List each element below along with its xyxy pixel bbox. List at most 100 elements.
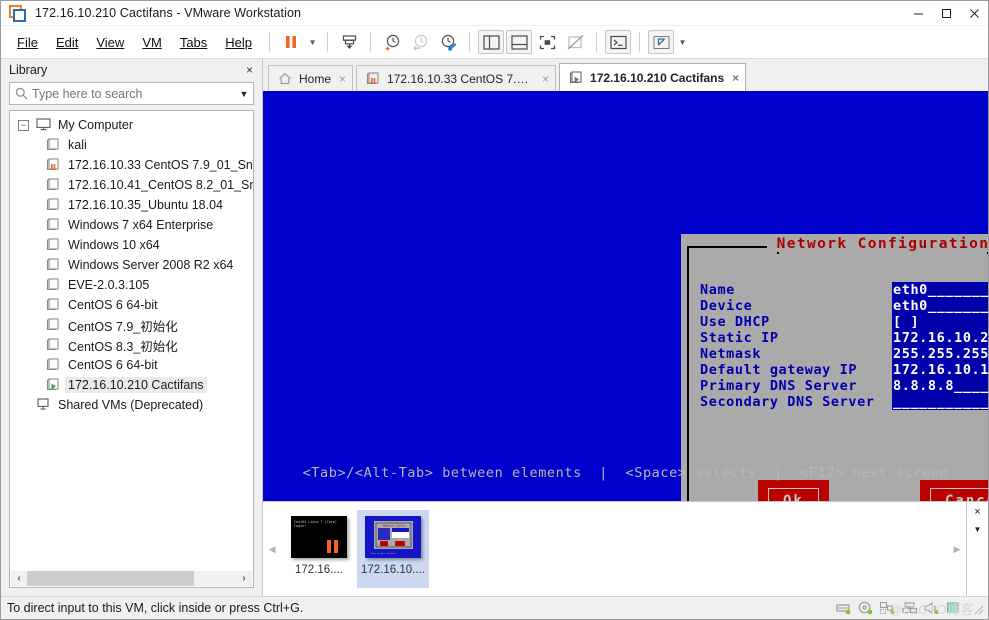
tab-close-icon[interactable]: × — [542, 72, 549, 86]
field-input-primary-dns[interactable]: 8.8.8.8_____________ — [892, 378, 988, 394]
show-thumbnails-button[interactable] — [506, 30, 533, 54]
thumbnail-item-2[interactable]: Network Config <Tab> between elements 17… — [357, 510, 429, 588]
menu-view[interactable]: View — [88, 32, 132, 53]
resize-grip-icon[interactable] — [971, 602, 984, 615]
vm-icon — [46, 298, 62, 312]
thumbnails-close-icon[interactable]: × — [974, 506, 980, 518]
suspend-dropdown-caret-icon[interactable]: ▼ — [305, 30, 320, 54]
menu-edit[interactable]: Edit — [48, 32, 86, 53]
printer-icon[interactable] — [945, 601, 962, 615]
show-library-button[interactable] — [478, 30, 505, 54]
tree-node-win-server-2008r2[interactable]: Windows Server 2008 R2 x64 — [10, 255, 253, 275]
field-input-gateway[interactable]: 172.16.10.1_________ — [892, 362, 988, 378]
sound-card-icon[interactable] — [923, 601, 940, 615]
minimize-button[interactable] — [904, 1, 932, 26]
tree-node-shared-vms[interactable]: Shared VMs (Deprecated) — [10, 395, 253, 415]
vm-icon — [46, 138, 62, 152]
thumbnails-scroll-right-icon[interactable]: ▶ — [948, 502, 966, 596]
tree-node-centos79-init[interactable]: CentOS 7.9_初始化 — [10, 315, 253, 335]
tab-close-icon[interactable]: × — [732, 71, 739, 85]
library-close-icon[interactable]: × — [243, 63, 256, 77]
tab-cactifans[interactable]: 172.16.10.210 Cactifans × — [559, 63, 747, 91]
close-window-button[interactable] — [960, 1, 988, 26]
unity-mode-button[interactable] — [562, 30, 588, 54]
field-input-static-ip[interactable]: 172.16.10.210_______ — [892, 330, 988, 346]
field-input-device[interactable]: eth0________________ — [892, 298, 988, 314]
suspend-button[interactable] — [278, 30, 304, 54]
tab-home[interactable]: Home × — [268, 65, 354, 91]
tree-node-ubuntu1804[interactable]: 172.16.10.35_Ubuntu 18.04 — [10, 195, 253, 215]
form-row-static-ip: Static IP 172.16.10.210_______ — [700, 330, 988, 346]
vm-console-screen[interactable]: Network Configuration Name eth0_________… — [263, 91, 988, 501]
library-horizontal-scrollbar[interactable]: ‹ › — [9, 570, 254, 588]
tree-node-eve[interactable]: EVE-2.0.3.105 — [10, 275, 253, 295]
tree-node-cactifans[interactable]: 172.16.10.210 Cactifans — [10, 375, 253, 395]
hard-disk-icon[interactable] — [835, 601, 852, 615]
tree-label: Windows 7 x64 Enterprise — [68, 218, 214, 232]
thumbnail-list: CentOS Linux 7 (Core) login: 172.16.... — [281, 502, 948, 596]
tree-node-centos6-b[interactable]: CentOS 6 64-bit — [10, 355, 253, 375]
expander-icon[interactable]: − — [18, 119, 29, 131]
toolbar-separator-6 — [639, 32, 641, 52]
tree-node-centos82-snap[interactable]: 172.16.10.41_CentOS 8.2_01_Sna — [10, 175, 253, 195]
search-dropdown-caret-icon[interactable]: ▼ — [235, 89, 253, 99]
dhcp-checkbox[interactable]: [ ] — [893, 314, 920, 330]
vm-icon — [46, 258, 62, 272]
vm-library-tree[interactable]: − My Computer kali 172.16.10.33 CentOS 7… — [9, 110, 254, 570]
take-snapshot-button[interactable] — [379, 30, 405, 54]
thumbnails-scroll-left-icon[interactable]: ◀ — [263, 502, 281, 596]
home-icon — [278, 72, 293, 86]
tab-centos79[interactable]: 172.16.10.33 CentOS 7.9_01... × — [356, 65, 557, 91]
menu-vm[interactable]: VM — [134, 32, 170, 53]
console-view-button[interactable] — [605, 30, 632, 54]
vm-icon — [46, 218, 62, 232]
form-row-primary-dns: Primary DNS Server 8.8.8.8_____________ — [700, 378, 988, 394]
network-adapter-icon[interactable] — [879, 601, 896, 615]
field-label-primary-dns: Primary DNS Server — [700, 378, 858, 394]
vm-icon — [46, 338, 62, 352]
scroll-left-icon[interactable]: ‹ — [11, 573, 27, 584]
power-options-button[interactable] — [336, 30, 362, 54]
thumbnail-item-1[interactable]: CentOS Linux 7 (Core) login: 172.16.... — [283, 510, 355, 588]
snapshot-manager-button[interactable] — [435, 30, 461, 54]
revert-snapshot-button[interactable] — [407, 30, 433, 54]
stretch-dropdown-caret-icon[interactable]: ▼ — [675, 30, 690, 54]
tree-node-my-computer[interactable]: − My Computer — [10, 115, 253, 135]
library-search[interactable]: ▼ — [9, 82, 254, 105]
stretch-display-button[interactable] — [648, 30, 675, 54]
field-input-use-dhcp[interactable]: [ ] — [892, 314, 988, 330]
tree-node-centos6-a[interactable]: CentOS 6 64-bit — [10, 295, 253, 315]
scrollbar-track[interactable] — [27, 571, 236, 586]
scroll-right-icon[interactable]: › — [236, 573, 252, 584]
maximize-button[interactable] — [932, 1, 960, 26]
main-body: Library × ▼ − — [1, 59, 988, 596]
tree-node-win10-x64[interactable]: Windows 10 x64 — [10, 235, 253, 255]
tab-close-icon[interactable]: × — [339, 72, 346, 86]
menu-help[interactable]: Help — [217, 32, 260, 53]
thumbnail-strip: ◀ CentOS Linux 7 (Core) login: 172.16...… — [263, 501, 988, 596]
cd-dvd-icon[interactable] — [857, 601, 874, 615]
menu-file-label: File — [17, 34, 38, 50]
fullscreen-button[interactable] — [534, 30, 560, 54]
thumbnails-more-icon[interactable]: ▼ — [974, 525, 982, 534]
suspend-icon — [286, 36, 297, 48]
network-config-form: Name eth0________________ Device eth0___… — [700, 282, 988, 501]
field-input-secondary-dns[interactable]: ____________________ — [892, 394, 988, 410]
ok-button[interactable]: Ok — [758, 480, 829, 501]
vmware-workstation-window: 172.16.10.210 Cactifans - VMware Worksta… — [0, 0, 989, 620]
tree-node-kali[interactable]: kali — [10, 135, 253, 155]
scrollbar-thumb[interactable] — [27, 571, 195, 586]
field-input-name[interactable]: eth0________________ — [892, 282, 988, 298]
field-input-netmask[interactable]: 255.255.255.0_______ — [892, 346, 988, 362]
menu-tabs[interactable]: Tabs — [172, 32, 215, 53]
tree-node-centos83-init[interactable]: CentOS 8.3_初始化 — [10, 335, 253, 355]
search-input[interactable] — [32, 86, 235, 101]
cancel-button[interactable]: Cancel — [920, 480, 988, 501]
tui-key-hints: <Tab>/<Alt-Tab> between elements | <Spac… — [302, 465, 949, 481]
tree-node-centos79-snap[interactable]: 172.16.10.33 CentOS 7.9_01_Snap — [10, 155, 253, 175]
menu-file[interactable]: File — [9, 32, 46, 53]
shared-vms-icon — [36, 398, 52, 412]
tree-node-win7-enterprise[interactable]: Windows 7 x64 Enterprise — [10, 215, 253, 235]
library-title: Library — [9, 63, 48, 77]
usb-controller-icon[interactable] — [901, 601, 918, 615]
